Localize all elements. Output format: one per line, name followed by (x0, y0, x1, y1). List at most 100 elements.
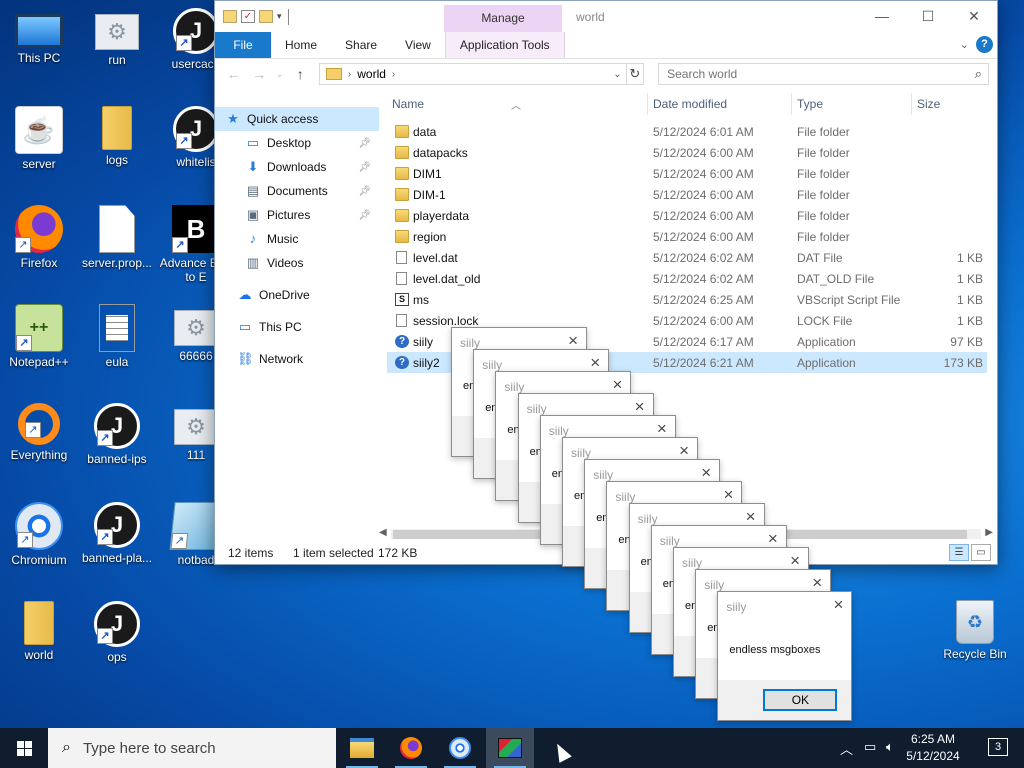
desktop-icon-server-prop[interactable]: server.prop... (78, 205, 156, 270)
tab-home[interactable]: Home (271, 32, 331, 58)
file-row[interactable]: level.dat 5/12/2024 6:02 AM DAT File 1 KB (387, 247, 987, 268)
chromium-icon[interactable] (436, 728, 484, 768)
column-divider[interactable] (791, 93, 792, 115)
clock[interactable]: 6:25 AM 5/12/2024 (898, 731, 968, 765)
pin-icon[interactable]: 📌︎ (358, 138, 371, 149)
scroll-right-icon[interactable]: ▶ (985, 527, 993, 538)
refresh-icon[interactable]: ↻ (626, 63, 645, 85)
nav-item-pictures[interactable]: ▣ Pictures 📌︎ (215, 203, 379, 227)
address-bar[interactable]: › world › ⌄ (318, 63, 627, 85)
desktop-icon-banned-ips[interactable]: Jbanned-ips (78, 403, 156, 466)
nav-item-downloads[interactable]: ⬇ Downloads 📌︎ (215, 155, 379, 179)
desktop-icon-everything[interactable]: Everything (0, 403, 78, 462)
network-icon[interactable]: ▭ (864, 739, 876, 755)
new-folder-icon[interactable] (259, 10, 273, 23)
customize-toolbar-icon[interactable]: ▾ (277, 11, 282, 22)
properties-icon[interactable]: ✓ (241, 10, 255, 23)
desktop-icon-firefox[interactable]: Firefox (0, 205, 78, 270)
column-divider[interactable] (647, 93, 648, 115)
start-button[interactable] (0, 728, 48, 768)
tab-file[interactable]: File (215, 32, 271, 58)
close-icon[interactable]: × (657, 419, 667, 439)
file-row[interactable]: datapacks 5/12/2024 6:00 AM File folder (387, 142, 987, 163)
desktop-icon-logs[interactable]: logs (78, 106, 156, 167)
volume-muted-icon[interactable]: 🔈︎ (886, 739, 894, 755)
manage-contextual-tab[interactable]: Manage (444, 5, 562, 32)
chevron-down-icon[interactable]: ⌄ (960, 38, 969, 51)
message-box[interactable]: siily × endless msgboxes OK (717, 591, 853, 721)
close-icon[interactable]: × (768, 529, 778, 549)
desktop-icon-run[interactable]: ⚙ run (78, 8, 156, 67)
scroll-left-icon[interactable]: ◀ (379, 527, 387, 538)
desktop-icon-world[interactable]: world (0, 601, 78, 662)
notifications-icon[interactable]: 3 (988, 738, 1008, 756)
file-row[interactable]: region 5/12/2024 6:00 AM File folder (387, 226, 987, 247)
close-button[interactable]: ✕ (951, 1, 997, 32)
forward-arrow-icon[interactable]: → (248, 66, 269, 82)
close-icon[interactable]: × (833, 595, 843, 615)
nav-item-desktop[interactable]: ▭ Desktop 📌︎ (215, 131, 379, 155)
nav-item-network[interactable]: ⛓ Network (215, 347, 379, 371)
recent-locations-icon[interactable]: ⌄ (274, 69, 286, 80)
chevron-right-icon[interactable]: › (348, 69, 351, 80)
close-icon[interactable]: × (679, 441, 689, 461)
nav-item-onedrive[interactable]: ☁ OneDrive (215, 283, 379, 307)
column-divider[interactable] (911, 93, 912, 115)
file-explorer-icon[interactable] (338, 728, 386, 768)
pin-icon[interactable]: 📌︎ (358, 186, 371, 197)
tab-view[interactable]: View (391, 32, 445, 58)
close-icon[interactable]: × (612, 375, 622, 395)
back-arrow-icon[interactable]: ← (223, 66, 244, 82)
column-size[interactable]: Size (917, 97, 940, 111)
file-row[interactable]: Sms 5/12/2024 6:25 AM VBScript Script File… (387, 289, 987, 310)
help-icon[interactable]: ? (976, 36, 993, 53)
file-row[interactable]: data 5/12/2024 6:01 AM File folder (387, 121, 987, 142)
column-type[interactable]: Type (797, 97, 823, 111)
show-hidden-icons-icon[interactable]: ︿ (840, 739, 853, 758)
close-icon[interactable]: × (723, 485, 733, 505)
file-row[interactable]: DIM-1 5/12/2024 6:00 AM File folder (387, 184, 987, 205)
nav-item-music[interactable]: ♪ Music (215, 227, 379, 251)
desktop-icon-chromium[interactable]: Chromium (0, 502, 78, 567)
close-icon[interactable]: × (812, 573, 822, 593)
close-icon[interactable]: × (590, 353, 600, 373)
close-icon[interactable]: × (635, 397, 645, 417)
close-icon[interactable]: × (790, 551, 800, 571)
column-name[interactable]: Name (392, 97, 424, 111)
desktop-icon-notepad[interactable]: ++ Notepad++ (0, 304, 78, 369)
tab-application-tools[interactable]: Application Tools (444, 32, 565, 58)
desktop-icon-this-pc[interactable]: This PC (0, 8, 78, 65)
minimize-button[interactable]: — (859, 1, 905, 32)
desktop-icon-eula[interactable]: eula (78, 304, 156, 369)
desktop-icon-recycle-bin[interactable]: ♻ Recycle Bin (936, 600, 1014, 661)
nav-item-this-pc[interactable]: ▭ This PC (215, 315, 379, 339)
ok-button[interactable]: OK (763, 689, 838, 711)
nav-item-quick-access[interactable]: ★ Quick access (215, 107, 379, 131)
column-date-modified[interactable]: Date modified (653, 97, 727, 111)
firefox-icon[interactable] (387, 728, 435, 768)
details-view-icon[interactable]: ☰ (949, 544, 969, 561)
pin-icon[interactable]: 📌︎ (358, 162, 371, 173)
search-input[interactable] (659, 64, 960, 84)
close-icon[interactable]: × (568, 331, 578, 351)
chevron-right-icon[interactable]: › (392, 69, 395, 80)
close-icon[interactable]: × (701, 463, 711, 483)
title-bar[interactable]: ✓ ▾ Manage world — ☐ ✕ (215, 1, 997, 32)
desktop-icon-ops[interactable]: Jops (78, 601, 156, 664)
file-row[interactable]: playerdata 5/12/2024 6:00 AM File folder (387, 205, 987, 226)
siily2-app-icon[interactable] (486, 728, 534, 768)
breadcrumb-world[interactable]: world (357, 67, 386, 81)
taskbar-search[interactable]: ⌕ Type here to search (48, 728, 336, 768)
up-arrow-icon[interactable]: ↑ (289, 66, 310, 82)
large-icons-view-icon[interactable]: ▭ (971, 544, 991, 561)
nav-item-documents[interactable]: ▤ Documents 📌︎ (215, 179, 379, 203)
address-dropdown-icon[interactable]: ⌄ (613, 69, 621, 80)
tab-share[interactable]: Share (331, 32, 391, 58)
maximize-button[interactable]: ☐ (905, 1, 951, 32)
desktop-icon-server[interactable]: ☕ server (0, 106, 78, 171)
pin-icon[interactable]: 📌︎ (358, 210, 371, 221)
file-row[interactable]: DIM1 5/12/2024 6:00 AM File folder (387, 163, 987, 184)
close-icon[interactable]: × (746, 507, 756, 527)
nav-item-videos[interactable]: ▥ Videos (215, 251, 379, 275)
desktop-icon-banned-pla[interactable]: Jbanned-pla... (78, 502, 156, 565)
